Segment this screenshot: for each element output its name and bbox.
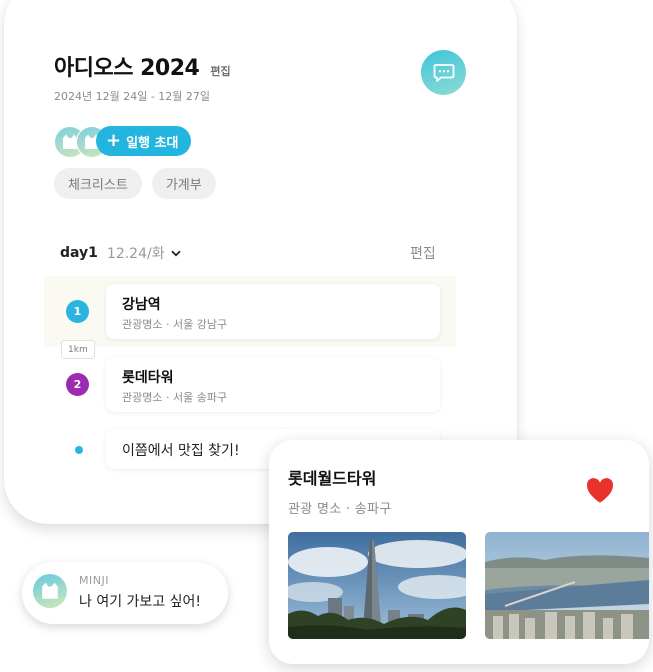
day-label: day1	[60, 245, 98, 261]
memo-dot	[75, 446, 83, 454]
comment-text: 나 여기 가보고 싶어!	[79, 594, 202, 610]
trip-dates: 2024년 12월 24일 - 12월 27일	[54, 90, 211, 103]
day-edit-link[interactable]: 편집	[410, 243, 436, 263]
itinerary-item[interactable]: 롯데타워 관광명소 · 서울 송파구	[106, 357, 440, 412]
place-meta: 관광명소 · 서울 송파구	[122, 391, 228, 404]
tab-budget[interactable]: 가계부	[151, 168, 216, 199]
heart-icon[interactable]	[586, 478, 614, 504]
trip-tools: 체크리스트 가계부	[54, 168, 216, 199]
chat-button[interactable]	[421, 50, 466, 95]
place-name: 롯데타워	[122, 370, 174, 386]
place-name: 강남역	[122, 297, 161, 313]
place-detail-popup[interactable]: 롯데월드타워 관광 명소 · 송파구	[269, 440, 649, 664]
place-title: 롯데월드타워	[288, 469, 377, 488]
trip-title: 아디오스 2024	[54, 56, 200, 81]
invite-label: 일행 초대	[126, 135, 179, 151]
plus-icon: +	[106, 130, 122, 151]
memo-text: 이쯤에서 맛집 찾기!	[122, 443, 240, 459]
trip-title-row: 아디오스 2024 편집	[54, 50, 231, 82]
day-date: 12.24/화	[106, 246, 165, 262]
place-photo[interactable]	[288, 532, 466, 639]
place-meta: 관광 명소 · 송파구	[288, 502, 392, 517]
place-photo[interactable]	[485, 532, 649, 639]
invite-member-button[interactable]: + 일행 초대	[96, 126, 192, 156]
tab-checklist[interactable]: 체크리스트	[54, 168, 142, 199]
avatar	[33, 574, 67, 608]
day-selector[interactable]: day1 12.24/화	[60, 243, 181, 263]
distance-badge: 1km	[61, 340, 95, 359]
stop-number-badge: 1	[66, 300, 89, 323]
itinerary-item[interactable]: 강남역 관광명소 · 서울 강남구	[106, 284, 440, 339]
place-meta: 관광명소 · 서울 강남구	[122, 318, 228, 331]
chevron-down-icon	[170, 250, 181, 257]
comment-bubble[interactable]: MINJI 나 여기 가보고 싶어!	[22, 562, 228, 624]
stop-number-badge: 2	[66, 373, 89, 396]
title-edit-link[interactable]: 편집	[210, 63, 230, 79]
chat-bubble-icon	[433, 63, 454, 82]
cat-face-icon	[42, 582, 58, 599]
comment-username: MINJI	[79, 574, 109, 587]
